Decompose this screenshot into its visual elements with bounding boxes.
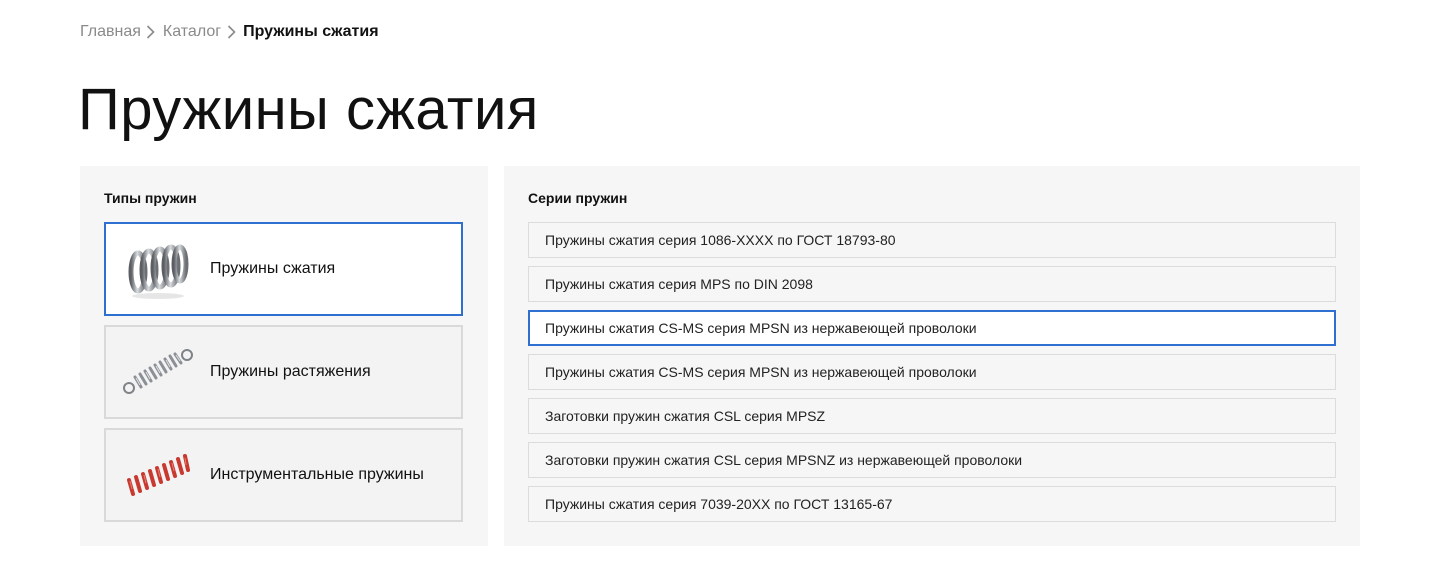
type-card-compression[interactable]: Пружины сжатия — [104, 222, 463, 316]
spring-series-heading: Серии пружин — [528, 190, 628, 206]
die-spring-icon — [106, 430, 210, 520]
series-item[interactable]: Пружины сжатия серия MPS по DIN 2098 — [528, 266, 1336, 302]
compression-spring-icon — [106, 224, 210, 314]
chevron-right-icon — [144, 25, 158, 39]
series-item[interactable]: Пружины сжатия CS-MS серия MPSN из нержа… — [528, 354, 1336, 390]
type-card-extension[interactable]: Пружины растяжения — [104, 325, 463, 419]
spring-series-panel: Серии пружин Пружины сжатия серия 1086-X… — [504, 166, 1360, 546]
series-item[interactable]: Пружины сжатия серия 7039-20XX по ГОСТ 1… — [528, 486, 1336, 522]
type-card-label: Инструментальные пружины — [210, 466, 424, 483]
spring-types-heading: Типы пружин — [104, 190, 197, 206]
type-card-die-spring[interactable]: Инструментальные пружины — [104, 428, 463, 522]
series-item[interactable]: Заготовки пружин сжатия CSL серия MPSZ — [528, 398, 1336, 434]
breadcrumb-home-link[interactable]: Главная — [80, 23, 141, 41]
type-card-label: Пружины сжатия — [210, 260, 336, 277]
extension-spring-icon — [106, 327, 210, 417]
breadcrumb: Главная Каталог Пружины сжатия — [80, 21, 379, 43]
type-card-label: Пружины растяжения — [210, 363, 371, 380]
series-item[interactable]: Заготовки пружин сжатия CSL серия MPSNZ … — [528, 442, 1336, 478]
series-item[interactable]: Пружины сжатия CS-MS серия MPSN из нержа… — [528, 310, 1336, 346]
spring-types-panel: Типы пружин Пружины сжатия Пружины растя… — [80, 166, 488, 546]
breadcrumb-catalog-link[interactable]: Каталог — [163, 23, 221, 41]
series-item[interactable]: Пружины сжатия серия 1086-XXXX по ГОСТ 1… — [528, 222, 1336, 258]
breadcrumb-current: Пружины сжатия — [243, 23, 379, 40]
page-title: Пружины сжатия — [78, 77, 539, 142]
chevron-right-icon — [224, 25, 238, 39]
